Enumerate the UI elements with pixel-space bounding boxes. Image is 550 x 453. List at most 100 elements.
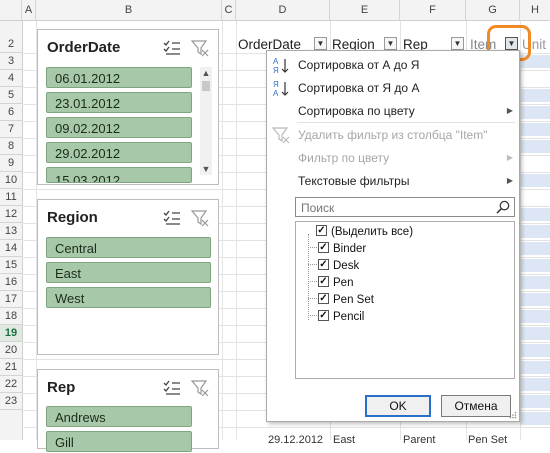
row-header[interactable]: 23: [0, 393, 22, 410]
slicer-item[interactable]: Andrews: [46, 406, 192, 427]
multi-select-icon[interactable]: [162, 208, 182, 228]
checkbox-checked[interactable]: ✓: [318, 242, 329, 253]
multi-select-icon[interactable]: [162, 378, 182, 398]
cell-region[interactable]: East: [333, 434, 355, 446]
row-header-active[interactable]: 19: [0, 325, 22, 342]
column-header-g[interactable]: G: [466, 0, 520, 20]
data-cell-shaded[interactable]: [521, 276, 550, 289]
slicer-item[interactable]: 15.03.2012: [46, 167, 192, 183]
row-header[interactable]: 17: [0, 291, 22, 308]
filter-value-list[interactable]: ✓ (Выделить все) ✓ Binder ✓ Desk ✓ Pen ✓…: [295, 221, 515, 379]
column-header-d[interactable]: D: [236, 0, 330, 20]
menu-text-filters[interactable]: Текстовые фильтры: [298, 174, 409, 188]
data-cell-shaded[interactable]: [521, 327, 550, 340]
resize-grip-icon[interactable]: [509, 411, 517, 419]
column-header-c[interactable]: C: [222, 0, 236, 20]
column-header-f[interactable]: F: [400, 0, 466, 20]
checkbox-checked[interactable]: ✓: [316, 225, 327, 236]
slicer-rep[interactable]: Rep Andrews Gill: [37, 369, 219, 452]
data-cell-shaded[interactable]: [521, 174, 550, 187]
checkbox-checked[interactable]: ✓: [318, 310, 329, 321]
row-header[interactable]: 4: [0, 70, 22, 87]
row-header[interactable]: 13: [0, 223, 22, 240]
cell-orderdate[interactable]: 29.12.2012: [268, 434, 323, 446]
slicer-region[interactable]: Region Central East West: [37, 199, 219, 355]
search-input[interactable]: [299, 200, 493, 216]
filter-dropdown-icon[interactable]: ▼: [451, 37, 464, 50]
row-header[interactable]: 15: [0, 257, 22, 274]
clear-filter-icon[interactable]: [190, 378, 210, 398]
data-cell-shaded[interactable]: [521, 344, 550, 357]
cell-item[interactable]: Pen Set: [468, 434, 507, 446]
row-header[interactable]: 10: [0, 172, 22, 189]
row-header[interactable]: 9: [0, 155, 22, 172]
svg-text:Я: Я: [273, 80, 279, 89]
data-cell-shaded[interactable]: [521, 208, 550, 221]
data-cell-shaded[interactable]: [521, 123, 550, 136]
menu-clear-filter[interactable]: Удалить фильтр из столбца "Item": [298, 128, 487, 142]
row-header[interactable]: 12: [0, 206, 22, 223]
slicer-item[interactable]: 23.01.2012: [46, 92, 192, 113]
column-header-e[interactable]: E: [330, 0, 400, 20]
row-header[interactable]: 6: [0, 104, 22, 121]
data-cell-shaded[interactable]: [521, 140, 550, 153]
slicer-item[interactable]: East: [46, 262, 211, 283]
row-header[interactable]: 21: [0, 359, 22, 376]
slicer-item[interactable]: West: [46, 287, 211, 308]
menu-filter-by-color[interactable]: Фильтр по цвету: [298, 151, 389, 165]
autofilter-menu[interactable]: А Я Сортировка от А до Я Я А Сортировка …: [266, 50, 520, 422]
cell-rep[interactable]: Parent: [403, 434, 435, 446]
data-cell-shaded[interactable]: [521, 293, 550, 306]
row-header[interactable]: 7: [0, 121, 22, 138]
row-header[interactable]: 3: [0, 53, 22, 70]
search-box[interactable]: [295, 197, 515, 217]
column-header-a[interactable]: A: [22, 0, 36, 20]
row-headers: 2 3 4 5 6 7 8 9 10 11 12 13 14 15 16 17 …: [0, 21, 23, 440]
filter-dropdown-icon[interactable]: ▼: [314, 37, 327, 50]
data-cell-shaded[interactable]: [521, 378, 550, 391]
scroll-up-icon[interactable]: ▲: [200, 67, 212, 79]
scroll-down-icon[interactable]: ▼: [200, 163, 212, 175]
row-header[interactable]: 20: [0, 342, 22, 359]
menu-sort-desc[interactable]: Сортировка от Я до А: [298, 81, 419, 95]
multi-select-icon[interactable]: [162, 38, 182, 58]
row-header[interactable]: 14: [0, 240, 22, 257]
data-cell-shaded[interactable]: [521, 225, 550, 238]
clear-filter-icon[interactable]: [190, 38, 210, 58]
column-header-h[interactable]: H: [520, 0, 550, 20]
row-header[interactable]: 22: [0, 376, 22, 393]
ok-button[interactable]: OK: [365, 395, 431, 417]
select-all-corner[interactable]: [0, 0, 22, 20]
data-cell-shaded[interactable]: [521, 412, 550, 425]
menu-sort-by-color[interactable]: Сортировка по цвету: [298, 104, 415, 118]
row-header[interactable]: 2: [0, 36, 22, 53]
data-cell-shaded[interactable]: [521, 89, 550, 102]
slicer-scrollbar[interactable]: ▲ ▼: [200, 67, 212, 175]
slicer-item[interactable]: Central: [46, 237, 211, 258]
data-cell-shaded[interactable]: [521, 259, 550, 272]
data-cell-shaded[interactable]: [521, 361, 550, 374]
checkbox-checked[interactable]: ✓: [318, 293, 329, 304]
checkbox-checked[interactable]: ✓: [318, 259, 329, 270]
checkbox-checked[interactable]: ✓: [318, 276, 329, 287]
data-cell-shaded[interactable]: [521, 395, 550, 408]
slicer-item[interactable]: 09.02.2012: [46, 117, 192, 138]
row-header[interactable]: 16: [0, 274, 22, 291]
data-cell-shaded[interactable]: [521, 106, 550, 119]
row-header[interactable]: 8: [0, 138, 22, 155]
slicer-item[interactable]: 29.02.2012: [46, 142, 192, 163]
menu-sort-asc[interactable]: Сортировка от А до Я: [298, 58, 419, 72]
row-header[interactable]: 11: [0, 189, 22, 206]
slicer-item[interactable]: Gill: [46, 431, 192, 452]
row-header[interactable]: 5: [0, 87, 22, 104]
column-header-b[interactable]: B: [36, 0, 222, 20]
scroll-thumb[interactable]: [202, 81, 210, 91]
row-header[interactable]: 18: [0, 308, 22, 325]
filter-dropdown-icon[interactable]: ▼: [384, 37, 397, 50]
slicer-orderdate[interactable]: OrderDate 06.01.2012 23.01.2012 09.02.20…: [37, 29, 219, 185]
data-cell-shaded[interactable]: [521, 242, 550, 255]
cancel-button[interactable]: Отмена: [441, 395, 511, 417]
slicer-item[interactable]: 06.01.2012: [46, 67, 192, 88]
data-cell-shaded[interactable]: [521, 310, 550, 323]
clear-filter-icon[interactable]: [190, 208, 210, 228]
